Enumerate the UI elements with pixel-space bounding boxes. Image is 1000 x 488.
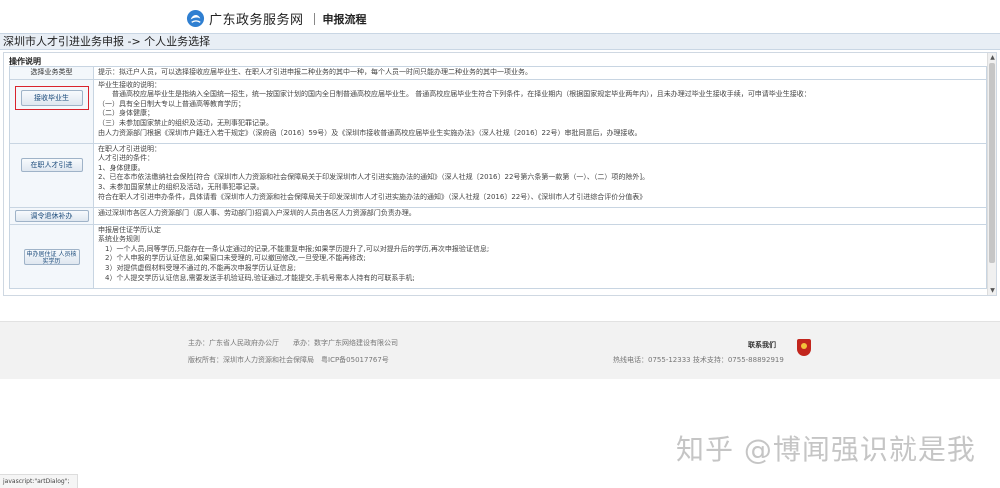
highlight-box: 接收毕业生: [14, 85, 89, 110]
desc-line: 4）个人提交学历认证信息,需要发送手机验证码,验证通过,才能提交,手机号需本人持…: [98, 273, 415, 282]
header-divider: [313, 12, 315, 25]
table-row: 在职人才引进 在职人才引进说明： 人才引进的条件： 1、身体健康。 2、已在本市…: [9, 142, 987, 208]
row-action-cell: 申办居住证 人员核实学历: [9, 223, 94, 289]
row-action-cell: 在职人才引进: [9, 142, 94, 208]
scroll-thumb[interactable]: [989, 63, 995, 263]
desc-line: 人才引进的条件：: [98, 154, 154, 163]
graduate-button[interactable]: 接收毕业生: [20, 89, 83, 106]
site-logo[interactable]: 广东政务服务网 申报流程: [186, 9, 367, 28]
desc-line: 1）一个人员,同等学历,只能存在一条认定通过的记录,不能重复申报;如果学历提升了…: [98, 244, 490, 253]
national-emblem-icon: [797, 339, 811, 356]
desc-line: 2、已在本市依法缴纳社会保险[符合《深圳市人力资源和社会保障局关于印发深圳市人才…: [98, 173, 650, 182]
desc-line: 由人力资源部门根据《深圳市户籍迁入若干规定》（深府函〔2016〕59号）及《深圳…: [98, 128, 642, 137]
footer-phones: 热线电话：0755-12333 技术支持：0755-88892919: [613, 356, 784, 364]
desc-line: 毕业生接收的说明：: [98, 80, 161, 89]
row-description: 申报居住证学历认定 系统业务规则 1）一个人员,同等学历,只能存在一条认定通过的…: [93, 223, 987, 289]
desc-line: 申报居住证学历认定: [98, 225, 161, 234]
row-action-cell: 调令退休补办: [9, 206, 94, 225]
watermark: 知乎 @博闻强识就是我: [676, 433, 976, 466]
content-frame: 操作说明 选择业务类型 提示：拟迁户人员，可以选择接收应届毕业生、在职人才引进申…: [3, 52, 997, 296]
contact-link[interactable]: 联系我们: [748, 340, 776, 350]
site-header: 广东政务服务网 申报流程: [0, 0, 1000, 33]
desc-line: 系统业务规则: [98, 235, 140, 244]
footer-host: 主办：广东省人民政府办公厅 承办：数字广东网络建设有限公司: [188, 339, 398, 347]
talent-intro-button[interactable]: 在职人才引进: [20, 157, 83, 172]
table-row: 申办居住证 人员核实学历 申报居住证学历认定 系统业务规则 1）一个人员,同等学…: [9, 223, 987, 289]
table-header-row: 选择业务类型 提示：拟迁户人员，可以选择接收应届毕业生、在职人才引进申报二种业务…: [9, 66, 987, 80]
footer-copyright: 版权所有：深圳市人力资源和社会保障局 粤ICP备05017767号: [188, 356, 389, 364]
gd-logo-icon: [186, 9, 205, 28]
residence-cert-button[interactable]: 申办居住证 人员核实学历: [23, 248, 80, 265]
desc-line: 2）个人申报的学历认证信息,如果窗口未受理的,可以撤回修改,一旦受理,不能再修改…: [98, 254, 366, 263]
desc-line: 3）对提供虚假材料受理不通过的,不能再次申报学历认证信息;: [98, 263, 297, 272]
desc-line: （一）具有全日制大专以上普通高等教育学历；: [98, 99, 245, 108]
scroll-down-icon[interactable]: ▼: [988, 286, 996, 295]
row-description: 在职人才引进说明： 人才引进的条件： 1、身体健康。 2、已在本市依法缴纳社会保…: [93, 142, 987, 208]
status-bar: javascript:"artDialog";: [0, 474, 78, 488]
breadcrumb: 深圳市人才引进业务申报 -> 个人业务选择: [0, 33, 1000, 50]
desc-line: （三）未参加国家禁止的组织及活动，无刑事犯罪记录。: [98, 118, 273, 127]
desc-line: 3、未参加国家禁止的组织及活动，无刑事犯罪记录。: [98, 182, 264, 191]
tip-text: 提示：拟迁户人员，可以选择接收应届毕业生、在职人才引进申报二种业务的其中一种，每…: [93, 66, 987, 80]
desc-line: 在职人才引进说明：: [98, 144, 161, 153]
row-action-cell: 接收毕业生: [9, 78, 94, 144]
transfer-retire-button[interactable]: 调令退休补办: [14, 209, 89, 222]
business-type-header: 选择业务类型: [9, 66, 94, 80]
desc-line: 符合在职人才引进申办条件，具体请看《深圳市人力资源和社会保障局关于印发深圳市人才…: [98, 192, 647, 201]
business-table: 选择业务类型 提示：拟迁户人员，可以选择接收应届毕业生、在职人才引进申报二种业务…: [9, 66, 987, 289]
table-row: 接收毕业生 毕业生接收的说明： 普通高校应届毕业生是指纳入全国统一招生，统一按国…: [9, 78, 987, 144]
desc-line: 1、身体健康。: [98, 163, 145, 172]
row-description: 毕业生接收的说明： 普通高校应届毕业生是指纳入全国统一招生，统一按国家计划的国内…: [93, 78, 987, 144]
desc-line: 通过深圳市各区人力资源部门（原人事、劳动部门)招调入户深圳的人员由各区人力资源部…: [98, 208, 416, 217]
desc-line: （二）身体健康；: [98, 109, 154, 118]
site-name: 广东政务服务网: [209, 13, 304, 28]
scroll-up-icon[interactable]: ▲: [988, 53, 996, 62]
vertical-scrollbar[interactable]: ▲ ▼: [987, 53, 996, 295]
table-row: 调令退休补办 通过深圳市各区人力资源部门（原人事、劳动部门)招调入户深圳的人员由…: [9, 206, 987, 225]
site-footer: 主办：广东省人民政府办公厅 承办：数字广东网络建设有限公司 版权所有：深圳市人力…: [0, 321, 1000, 379]
section-title: 申报流程: [322, 12, 367, 26]
row-description: 通过深圳市各区人力资源部门（原人事、劳动部门)招调入户深圳的人员由各区人力资源部…: [93, 206, 987, 225]
desc-line: 普通高校应届毕业生是指纳入全国统一招生，统一按国家计划的国内全日制普通高校应届毕…: [98, 90, 811, 99]
